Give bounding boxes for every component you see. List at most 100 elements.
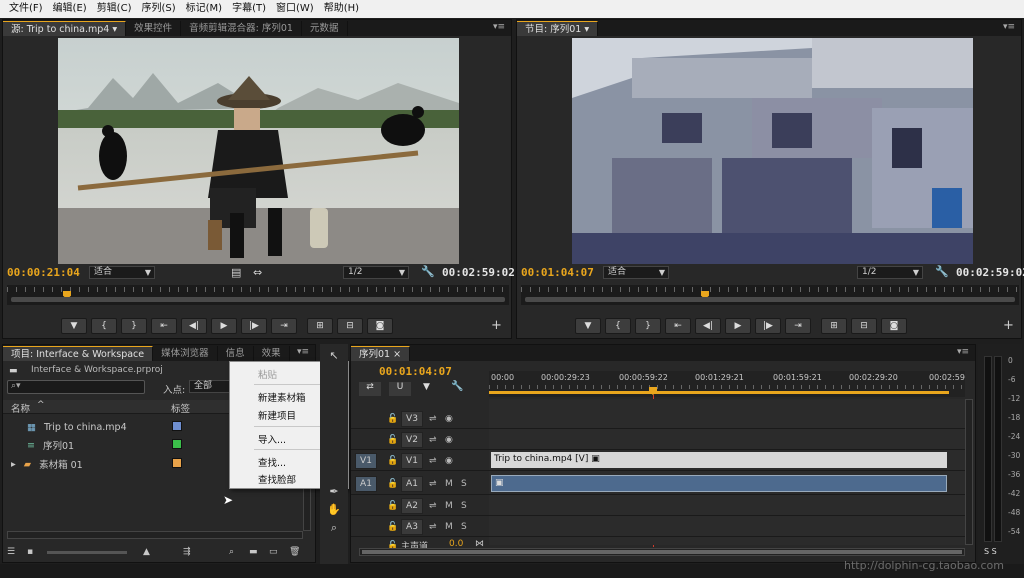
- pen-tool-icon[interactable]: ✒: [325, 484, 343, 500]
- list-view-icon[interactable]: ☰: [7, 547, 15, 557]
- sync-lock-icon[interactable]: ⇌: [429, 479, 437, 489]
- step-back-button[interactable]: ◀|: [695, 318, 721, 334]
- extract-button[interactable]: ⊟: [851, 318, 877, 334]
- new-item-icon[interactable]: ▭: [269, 547, 278, 557]
- source-zoom-select[interactable]: 适合 ▼: [89, 266, 155, 279]
- panel-menu-icon[interactable]: ▾≡: [1003, 22, 1015, 32]
- lock-icon[interactable]: 🔓: [387, 479, 398, 489]
- marker-icon[interactable]: ▼: [423, 382, 430, 392]
- sort-up-icon[interactable]: ^: [37, 400, 45, 410]
- menu-item-import[interactable]: 导入...: [258, 432, 286, 446]
- tab-effect-controls[interactable]: 效果控件: [126, 21, 182, 36]
- track-target-a1[interactable]: A1: [401, 476, 423, 492]
- source-patch-v1[interactable]: V1: [355, 453, 377, 469]
- source-patch-a1[interactable]: A1: [355, 476, 377, 492]
- tab-program[interactable]: 节目: 序列01 ▾: [517, 21, 599, 36]
- menu-item-find-face[interactable]: 查找脸部: [258, 472, 296, 486]
- wrench-icon[interactable]: 🔧: [421, 266, 435, 278]
- mark-out-button[interactable]: }: [121, 318, 147, 334]
- sync-lock-icon[interactable]: ⇌: [429, 456, 437, 466]
- lift-button[interactable]: ⊞: [821, 318, 847, 334]
- mute-button[interactable]: M: [445, 479, 453, 489]
- selection-tool-icon[interactable]: ↖: [325, 348, 343, 364]
- eye-icon[interactable]: ◉: [445, 435, 453, 445]
- video-clip[interactable]: Trip to china.mp4 [V] ▣: [491, 452, 947, 468]
- timeline-timecode[interactable]: 00:01:04:07: [379, 365, 452, 378]
- go-to-out-button[interactable]: ⇥: [271, 318, 297, 334]
- wrench-icon[interactable]: 🔧: [935, 266, 949, 278]
- automate-icon[interactable]: ⇶: [183, 547, 191, 557]
- eye-icon[interactable]: ◉: [445, 456, 453, 466]
- go-to-out-button[interactable]: ⇥: [785, 318, 811, 334]
- program-zoom-select[interactable]: 适合 ▼: [603, 266, 669, 279]
- program-zoom-scrollbar[interactable]: [525, 297, 1015, 302]
- export-frame-icon[interactable]: ▤: [231, 267, 241, 279]
- find-icon[interactable]: ⌕: [229, 547, 234, 557]
- add-marker-button[interactable]: ▼: [575, 318, 601, 334]
- solo-button[interactable]: S: [461, 479, 467, 489]
- horizontal-scrollbar[interactable]: [7, 531, 303, 539]
- menu-item-new-item[interactable]: 新建项目: [258, 408, 296, 422]
- insert-overwrite-icon[interactable]: ⇔: [253, 267, 262, 279]
- lock-icon[interactable]: 🔓: [387, 522, 398, 532]
- link-icon[interactable]: ᑌ: [389, 382, 411, 396]
- menu-marker[interactable]: 标记(M): [181, 0, 227, 18]
- source-time-ruler[interactable]: [7, 285, 509, 305]
- icon-view-icon[interactable]: ▪: [27, 547, 33, 557]
- new-bin-icon[interactable]: ▬: [249, 547, 258, 557]
- lock-icon[interactable]: 🔓: [387, 501, 398, 511]
- tab-sequence[interactable]: 序列01 ×: [351, 346, 411, 361]
- step-forward-button[interactable]: |▶: [755, 318, 781, 334]
- track-target-v3[interactable]: V3: [401, 411, 423, 427]
- go-to-in-button[interactable]: ⇤: [665, 318, 691, 334]
- column-label[interactable]: 标签: [171, 401, 190, 415]
- search-input[interactable]: ⌕▾: [7, 380, 145, 394]
- menu-help[interactable]: 帮助(H): [319, 0, 364, 18]
- list-item[interactable]: ▸ ▰ 素材箱 01: [11, 455, 83, 473]
- list-item[interactable]: ▦ Trip to china.mp4: [27, 418, 127, 436]
- mute-button[interactable]: M: [445, 501, 453, 511]
- expand-arrow-icon[interactable]: ▸: [11, 459, 16, 470]
- add-button-icon[interactable]: +: [491, 319, 502, 332]
- go-to-in-button[interactable]: ⇤: [151, 318, 177, 334]
- trash-icon[interactable]: 🗑: [289, 547, 300, 557]
- lock-icon[interactable]: 🔓: [387, 456, 398, 466]
- add-marker-button[interactable]: ▼: [61, 318, 87, 334]
- timeline-horizontal-scrollbar[interactable]: [359, 548, 965, 556]
- hand-tool-icon[interactable]: ✋: [325, 502, 343, 518]
- step-back-button[interactable]: ◀|: [181, 318, 207, 334]
- track-target-v1[interactable]: V1: [401, 453, 423, 469]
- source-current-timecode[interactable]: 00:00:21:04: [7, 266, 80, 279]
- menu-clip[interactable]: 剪辑(C): [92, 0, 137, 18]
- snap-icon[interactable]: ⇄: [359, 382, 381, 396]
- scroll-thumb[interactable]: [362, 550, 962, 554]
- tab-audio-mixer[interactable]: 音频剪辑混合器: 序列01: [181, 21, 302, 36]
- solo-button[interactable]: S: [461, 501, 467, 511]
- tab-metadata[interactable]: 元数据: [302, 21, 348, 36]
- play-button[interactable]: ▶: [725, 318, 751, 334]
- timeline-ruler[interactable]: 00:00 00:00:29:23 00:00:59:22 00:01:29:2…: [489, 371, 965, 397]
- insert-button[interactable]: ⊞: [307, 318, 333, 334]
- camera-icon[interactable]: ◙: [367, 318, 393, 334]
- label-swatch[interactable]: [172, 421, 182, 431]
- sync-lock-icon[interactable]: ⇌: [429, 435, 437, 445]
- work-area-bar[interactable]: [489, 391, 949, 394]
- panel-menu-icon[interactable]: ▾≡: [957, 347, 969, 357]
- track-target-a3[interactable]: A3: [401, 519, 423, 535]
- mute-button[interactable]: M: [445, 522, 453, 532]
- step-forward-button[interactable]: |▶: [241, 318, 267, 334]
- camera-icon[interactable]: ◙: [881, 318, 907, 334]
- mark-in-button[interactable]: {: [605, 318, 631, 334]
- tab-media-browser[interactable]: 媒体浏览器: [153, 346, 218, 361]
- zoom-slider[interactable]: [47, 551, 127, 554]
- source-zoom-scrollbar[interactable]: [11, 297, 505, 302]
- sync-lock-icon[interactable]: ⇌: [429, 414, 437, 424]
- program-time-ruler[interactable]: [521, 285, 1019, 305]
- overwrite-button[interactable]: ⊟: [337, 318, 363, 334]
- zoom-tool-icon[interactable]: ⌕: [325, 520, 343, 536]
- mark-in-button[interactable]: {: [91, 318, 117, 334]
- program-resolution-select[interactable]: 1/2 ▼: [857, 266, 923, 279]
- lock-icon[interactable]: 🔓: [387, 435, 398, 445]
- label-swatch[interactable]: [172, 439, 182, 449]
- eye-icon[interactable]: ◉: [445, 414, 453, 424]
